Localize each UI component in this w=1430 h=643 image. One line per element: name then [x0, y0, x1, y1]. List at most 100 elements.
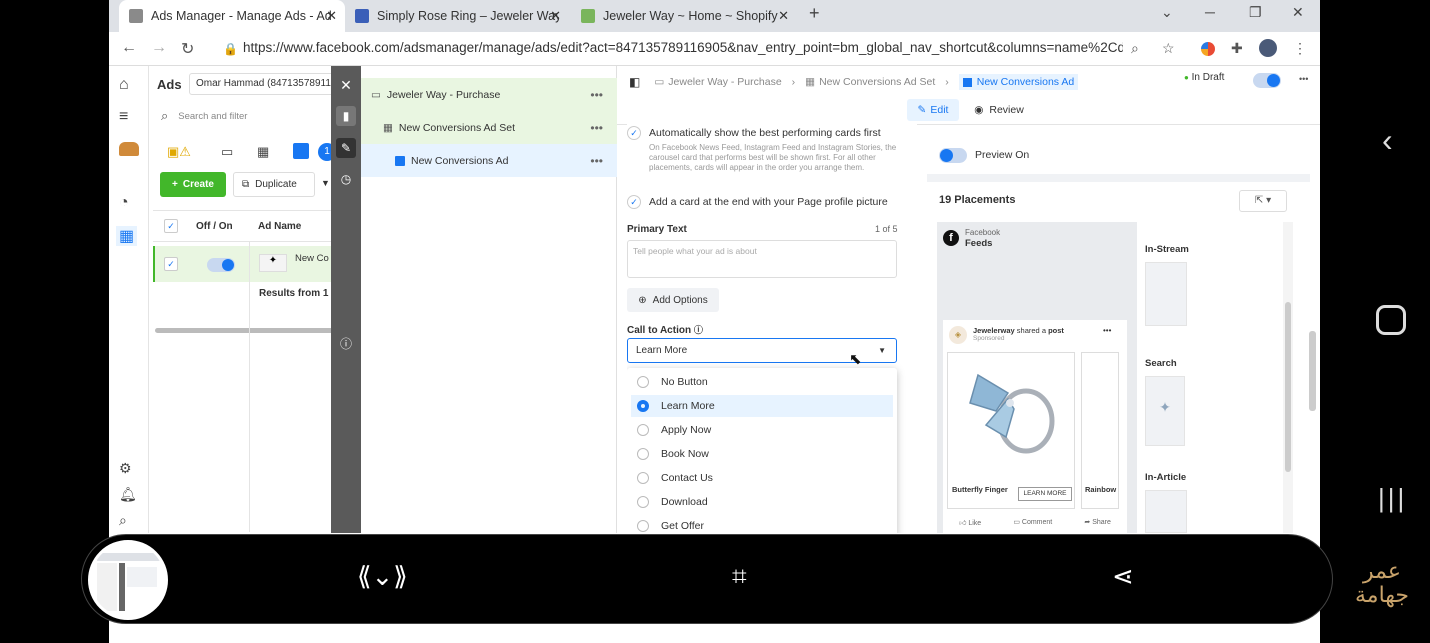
extension-logo-icon[interactable] [1201, 42, 1215, 56]
auto-cards-checkbox[interactable]: ✓ [627, 126, 641, 140]
tab-simply-rose-ring[interactable]: Simply Rose Ring – Jeweler Way ✕ [345, 0, 569, 32]
adset-grid-icon[interactable]: ▦ [257, 144, 269, 160]
forward-icon[interactable]: → [151, 39, 167, 57]
tab-search-chevron-icon[interactable]: ⌄ [1161, 4, 1173, 21]
search-thumbnail[interactable]: ✦ [1145, 376, 1185, 446]
folder-icon[interactable]: ▭ [221, 144, 233, 160]
history-clock-icon[interactable]: ◷ [336, 169, 356, 189]
close-icon[interactable]: ✕ [336, 75, 356, 95]
more-icon[interactable]: ••• [590, 121, 603, 135]
maximize-icon[interactable]: ❐ [1249, 4, 1262, 21]
auto-cards-option[interactable]: ✓ Automatically show the best performing… [627, 126, 881, 140]
breadcrumb-adset[interactable]: New Conversions Ad Set [819, 76, 935, 88]
cta-option[interactable]: Get Offer [631, 515, 893, 533]
notifications-bell-icon[interactable]: 🔔︎ [119, 486, 137, 503]
table-row[interactable]: ✓ ✦ New Co [153, 246, 331, 282]
settings-gear-icon[interactable]: ⚙ [119, 460, 132, 477]
carousel-card[interactable]: Butterfly Finger LEARN MORE [947, 352, 1075, 509]
post-more-icon[interactable]: ••• [1103, 326, 1111, 335]
zoom-search-icon[interactable]: ⌕ [1131, 40, 1139, 57]
account-avatar-icon[interactable] [119, 142, 139, 156]
menu-icon[interactable]: ≡ [119, 108, 128, 126]
row-checkbox[interactable]: ✓ [164, 257, 178, 271]
ad-toggle[interactable] [207, 258, 235, 272]
info-icon[interactable]: ⓘ [336, 334, 356, 354]
cta-option[interactable]: Learn More [631, 395, 893, 417]
close-tab-icon[interactable]: ✕ [778, 8, 789, 24]
ad-row-name[interactable]: New Co [295, 253, 329, 264]
like-button[interactable]: 👍︎ Like [959, 518, 981, 527]
editor-scrollbar[interactable] [1307, 131, 1317, 533]
end-card-checkbox[interactable]: ✓ [627, 195, 641, 209]
minimize-icon[interactable]: ─ [1205, 4, 1215, 20]
open-preview-button[interactable]: ⇱ ▾ [1239, 190, 1287, 212]
create-button[interactable]: + Create [160, 172, 226, 197]
search-icon[interactable]: ⌕ [119, 512, 127, 529]
recents-icon[interactable]: ||| [1378, 483, 1407, 514]
select-all-checkbox[interactable]: ✓ [164, 219, 178, 233]
carousel-card[interactable]: Rainbow [1081, 352, 1119, 509]
chart-icon[interactable]: ▮ [336, 106, 356, 126]
more-icon[interactable]: ••• [590, 154, 603, 168]
card-cta-button[interactable]: LEARN MORE [1018, 487, 1072, 501]
cta-option[interactable]: Download [631, 491, 893, 513]
new-tab-button[interactable]: + [809, 3, 820, 24]
sidebar-toggle-icon[interactable]: ◧ [629, 75, 640, 89]
share-button[interactable]: ➦ Share [1084, 518, 1111, 527]
cta-option[interactable]: Contact Us [631, 467, 893, 489]
back-icon[interactable]: ← [121, 39, 137, 57]
tree-item-campaign[interactable]: ▭ Jeweler Way - Purchase ••• [361, 78, 617, 111]
add-options-button[interactable]: ⊕ Add Options [627, 288, 719, 312]
url-field[interactable]: https://www.facebook.com/adsmanager/mana… [243, 40, 1123, 55]
duplicate-dropdown-icon[interactable]: ▼ [321, 178, 330, 188]
back-chevron-icon[interactable]: ‹ [1382, 122, 1393, 159]
extensions-puzzle-icon[interactable]: ✚ [1231, 40, 1243, 57]
close-tab-icon[interactable]: ✕ [550, 8, 561, 24]
dashboard-gauge-icon[interactable]: ◔ [119, 194, 129, 212]
ads-level-icon[interactable] [293, 143, 309, 159]
home-icon[interactable]: ⌂ [119, 76, 129, 94]
scroll-capture-icon[interactable]: ⟪⌄⟫ [357, 561, 408, 592]
cta-option[interactable]: Apply Now [631, 419, 893, 441]
horizontal-scrollbar[interactable] [155, 328, 331, 333]
cta-option[interactable]: Book Now [631, 443, 893, 465]
tab-ads-manager[interactable]: Ads Manager - Manage Ads - Ad ✕ [119, 0, 345, 32]
crop-edit-icon[interactable]: ⌗ [732, 561, 747, 593]
tree-item-ad[interactable]: New Conversions Ad ••• [361, 144, 617, 177]
edit-pencil-icon[interactable]: ✎ [336, 138, 356, 158]
breadcrumb-campaign[interactable]: Jeweler Way - Purchase [668, 76, 781, 88]
ad-name-column[interactable]: Ad Name [258, 221, 301, 232]
info-icon[interactable]: ⓘ [694, 325, 703, 335]
warning-icon[interactable]: ▣⚠ [167, 144, 191, 160]
ads-table-icon[interactable]: ▦ [116, 226, 138, 246]
comment-button[interactable]: ▭ Comment [1013, 518, 1052, 527]
placements-scrollbar[interactable] [1283, 222, 1293, 533]
in-article-thumbnail[interactable] [1145, 490, 1187, 533]
edit-tab[interactable]: ✎ Edit [907, 99, 959, 121]
more-icon[interactable]: ••• [590, 88, 603, 102]
more-icon[interactable]: ••• [1299, 74, 1308, 84]
off-on-column[interactable]: Off / On [196, 221, 233, 232]
end-card-option[interactable]: ✓ Add a card at the end with your Page p… [627, 195, 888, 209]
duplicate-button[interactable]: ⧉ Duplicate [233, 172, 315, 197]
review-tab[interactable]: ◉ Review [969, 99, 1029, 121]
close-tab-icon[interactable]: ✕ [326, 8, 337, 24]
tree-item-adset[interactable]: ▦ New Conversions Ad Set ••• [361, 111, 617, 144]
screenshot-thumbnail[interactable] [88, 540, 168, 620]
browser-menu-icon[interactable]: ⋮ [1293, 40, 1307, 57]
breadcrumb-ad[interactable]: New Conversions Ad [958, 74, 1079, 90]
ad-active-toggle[interactable] [1253, 73, 1281, 88]
reload-icon[interactable]: ↻ [181, 39, 194, 59]
preview-toggle[interactable] [939, 147, 967, 163]
search-filter-bar[interactable]: ⌕ Search and filter [153, 104, 331, 128]
bookmark-star-icon[interactable]: ☆ [1162, 40, 1175, 57]
cta-option[interactable]: No Button [631, 371, 893, 393]
profile-avatar[interactable] [1259, 39, 1277, 57]
tab-shopify[interactable]: Jeweler Way ~ Home ~ Shopify ✕ [571, 0, 797, 32]
share-icon[interactable]: ⋖ [1112, 561, 1134, 592]
in-stream-thumbnail[interactable] [1145, 262, 1187, 326]
close-window-icon[interactable]: ✕ [1292, 4, 1304, 21]
home-button-icon[interactable] [1376, 305, 1406, 335]
primary-text-input[interactable]: Tell people what your ad is about [627, 240, 897, 278]
account-selector[interactable]: Omar Hammad (84713578911 [189, 73, 331, 95]
